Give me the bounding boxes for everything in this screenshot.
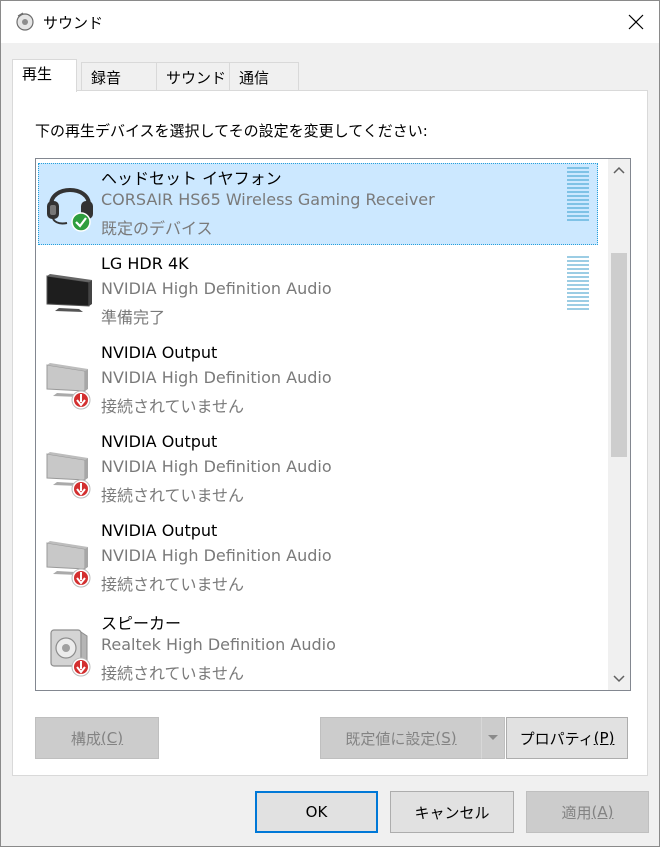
device-name: NVIDIA Output	[101, 432, 218, 451]
device-name: LG HDR 4K	[101, 254, 189, 273]
window-title: サウンド	[43, 14, 104, 32]
device-list[interactable]: ヘッドセット イヤフォン CORSAIR HS65 Wireless Gamin…	[35, 158, 631, 691]
device-item-nvidia-output[interactable]: NVIDIA Output NVIDIA High Definition Aud…	[36, 337, 609, 426]
chevron-down-icon	[613, 675, 625, 683]
device-driver: CORSAIR HS65 Wireless Gaming Receiver	[101, 190, 435, 209]
accelerator-key: (S)	[435, 729, 457, 747]
title-bar: サウンド	[1, 1, 659, 43]
device-name: NVIDIA Output	[101, 521, 218, 540]
device-name: ヘッドセット イヤフォン	[101, 169, 282, 188]
device-item-nvidia-output[interactable]: NVIDIA Output NVIDIA High Definition Aud…	[36, 426, 609, 515]
button-label: 構成	[70, 729, 101, 748]
device-status: 接続されていません	[101, 664, 245, 683]
check-badge-icon	[71, 212, 91, 232]
close-button[interactable]	[613, 1, 659, 43]
tab-label: 再生	[22, 65, 53, 83]
button-label: OK	[305, 803, 328, 821]
scrollbar-thumb[interactable]	[611, 253, 627, 457]
accelerator-key: (C)	[100, 729, 124, 747]
instruction-text: 下の再生デバイスを選択してその設定を変更してください:	[35, 122, 428, 140]
tab-playback[interactable]: 再生	[12, 59, 77, 92]
device-status: 接続されていません	[101, 575, 245, 594]
device-item-speakers[interactable]: スピーカー Realtek High Definition Audio 接続され…	[36, 604, 609, 690]
ok-button[interactable]: OK	[255, 791, 378, 833]
speaker-icon	[16, 12, 34, 31]
device-status: 接続されていません	[101, 486, 245, 505]
properties-button[interactable]: プロパティ (P)	[506, 717, 628, 759]
device-driver: NVIDIA High Definition Audio	[101, 546, 332, 565]
tab-recording[interactable]: 録音	[81, 62, 157, 91]
vertical-scrollbar[interactable]	[608, 159, 630, 690]
device-driver: NVIDIA High Definition Audio	[101, 457, 332, 476]
disconnected-badge-icon	[71, 657, 91, 677]
device-name: NVIDIA Output	[101, 343, 218, 362]
cancel-button[interactable]: キャンセル	[390, 791, 514, 833]
tab-communications[interactable]: 通信	[229, 62, 299, 91]
playback-panel: 下の再生デバイスを選択してその設定を変更してください: ヘッドセット イヤフォン	[12, 90, 648, 776]
device-driver: NVIDIA High Definition Audio	[101, 279, 332, 298]
sound-dialog: サウンド 再生 録音 サウンド 通信 下の再生デバイスを選択してその設定を変更し…	[0, 0, 660, 847]
volume-meter	[567, 256, 589, 312]
tab-sounds[interactable]: サウンド	[156, 62, 230, 91]
device-driver: Realtek High Definition Audio	[101, 635, 336, 654]
apply-button[interactable]: 適用 (A)	[526, 791, 649, 833]
volume-meter	[567, 167, 589, 223]
disconnected-badge-icon	[71, 390, 91, 410]
tab-label: 通信	[239, 69, 270, 87]
configure-button[interactable]: 構成 (C)	[35, 717, 159, 759]
disconnected-badge-icon	[71, 479, 91, 499]
disconnected-badge-icon	[71, 568, 91, 588]
set-default-dropdown[interactable]	[481, 717, 505, 759]
chevron-up-icon	[613, 166, 625, 174]
device-item-headset[interactable]: ヘッドセット イヤフォン CORSAIR HS65 Wireless Gamin…	[36, 159, 609, 248]
tab-label: 録音	[91, 69, 122, 87]
button-label: プロパティ	[519, 729, 594, 748]
accelerator-key: (P)	[593, 729, 615, 747]
device-item-lg-hdr-4k[interactable]: LG HDR 4K NVIDIA High Definition Audio 準…	[36, 248, 609, 337]
accelerator-key: (A)	[591, 803, 614, 821]
set-default-button[interactable]: 既定値に設定 (S)	[320, 717, 482, 759]
scroll-down-button[interactable]	[608, 668, 630, 690]
device-driver: NVIDIA High Definition Audio	[101, 368, 332, 387]
close-icon	[628, 14, 644, 30]
button-label: 適用	[561, 803, 592, 822]
device-item-nvidia-output[interactable]: NVIDIA Output NVIDIA High Definition Aud…	[36, 515, 609, 604]
device-status: 既定のデバイス	[101, 219, 213, 238]
device-status: 接続されていません	[101, 397, 245, 416]
button-label: 既定値に設定	[345, 729, 436, 748]
device-status: 準備完了	[101, 308, 166, 327]
scroll-up-button[interactable]	[608, 159, 630, 181]
button-label: キャンセル	[414, 803, 490, 822]
chevron-down-icon	[488, 735, 498, 740]
monitor-icon	[46, 274, 92, 312]
tab-label: サウンド	[166, 69, 227, 87]
device-name: スピーカー	[101, 614, 182, 633]
